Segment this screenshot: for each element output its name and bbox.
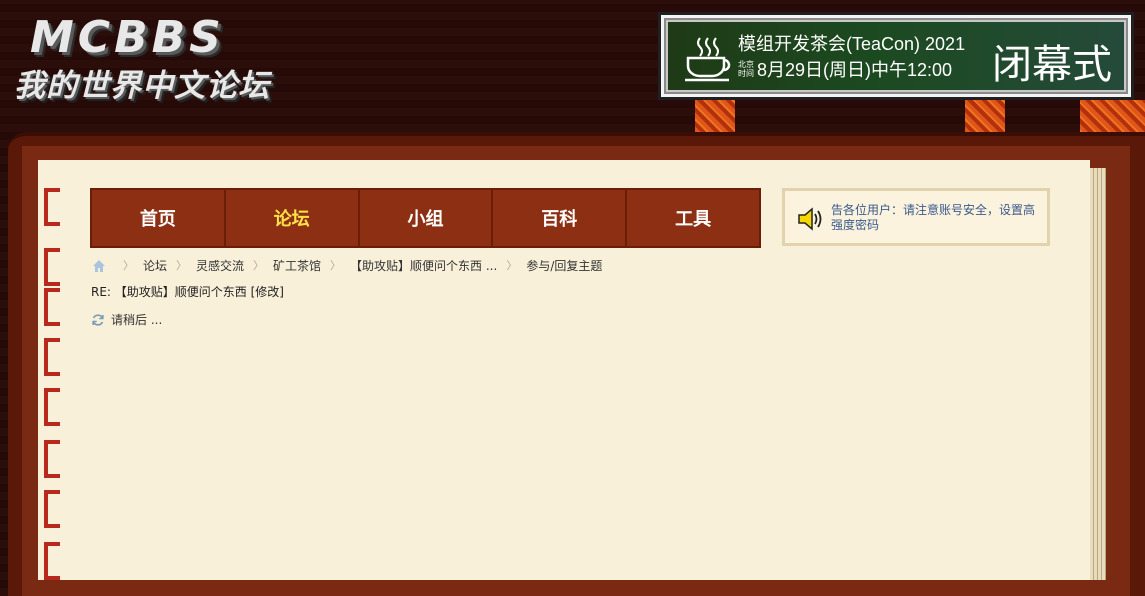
reply-title: RE: 【助攻贴】顺便问个东西 [修改] <box>91 285 284 299</box>
event-banner-inner: 模组开发茶会(TeaCon) 2021 北京 时间 8月29日(周日)中午12:… <box>668 22 1124 90</box>
event-title: 模组开发茶会(TeaCon) 2021 <box>738 34 966 54</box>
breadcrumb-separator: 〉 <box>253 259 265 272</box>
nav-item-forum[interactable]: 论坛 <box>226 190 360 246</box>
breadcrumb-item[interactable]: 【助攻贴】顺便问个东西 ... <box>350 257 497 274</box>
breadcrumb-separator: 〉 <box>506 259 518 272</box>
announcement-text[interactable]: 告各位用户：请注意账号安全，设置高强度密码 <box>831 203 1037 233</box>
nav-item-wiki[interactable]: 百科 <box>493 190 628 246</box>
nav-item-home[interactable]: 首页 <box>92 190 226 246</box>
book-binding <box>44 180 64 580</box>
breadcrumb-separator: 〉 <box>330 259 342 272</box>
beijing-time-label: 北京 时间 <box>738 60 754 78</box>
nav-item-groups[interactable]: 小组 <box>360 190 494 246</box>
event-banner[interactable]: 模组开发茶会(TeaCon) 2021 北京 时间 8月29日(周日)中午12:… <box>658 12 1134 100</box>
breadcrumb-separator: 〉 <box>123 259 134 272</box>
binding-ring <box>44 490 60 528</box>
breadcrumb-item[interactable]: 矿工茶馆 <box>273 257 321 274</box>
binding-ring <box>44 338 60 376</box>
binding-ring <box>44 188 60 226</box>
lava-block <box>965 100 1005 132</box>
site-logo[interactable]: MCBBS 我的世界中文论坛 <box>14 12 276 104</box>
breadcrumb-current: 参与/回复主题 <box>526 258 603 273</box>
event-date: 8月29日(周日)中午12:00 <box>757 60 953 80</box>
logo-main-text: MCBBS <box>30 12 225 63</box>
beijing-time-line2: 时间 <box>738 69 754 78</box>
home-icon[interactable] <box>92 259 106 272</box>
main-nav: 首页 论坛 小组 百科 工具 <box>90 188 761 248</box>
refresh-icon <box>92 313 104 326</box>
breadcrumb: 〉 论坛 〉 灵感交流 〉 矿工茶馆 〉 【助攻贴】顺便问个东西 ... 〉 参… <box>92 257 602 273</box>
beijing-time-line1: 北京 <box>738 60 754 69</box>
breadcrumb-item[interactable]: 灵感交流 <box>196 257 244 274</box>
loading-status: 请稍后 ... <box>91 311 162 328</box>
page-edges <box>1090 168 1106 580</box>
breadcrumb-item[interactable]: 论坛 <box>143 257 167 274</box>
binding-ring <box>44 542 60 580</box>
breadcrumb-separator: 〉 <box>176 259 188 272</box>
event-closing-label: 闭幕式 <box>992 43 1112 87</box>
logo-sub-text: 我的世界中文论坛 <box>14 68 270 104</box>
loading-text: 请稍后 ... <box>111 313 163 327</box>
lava-block <box>695 100 735 132</box>
binding-ring <box>44 248 60 286</box>
tea-cup-icon <box>685 37 731 82</box>
announcement-box[interactable]: 告各位用户：请注意账号安全，设置高强度密码 <box>782 188 1050 246</box>
binding-ring <box>44 388 60 426</box>
binding-ring <box>44 440 60 478</box>
binding-ring <box>44 288 60 326</box>
speaker-icon <box>798 207 822 231</box>
nav-item-tools[interactable]: 工具 <box>627 190 759 246</box>
